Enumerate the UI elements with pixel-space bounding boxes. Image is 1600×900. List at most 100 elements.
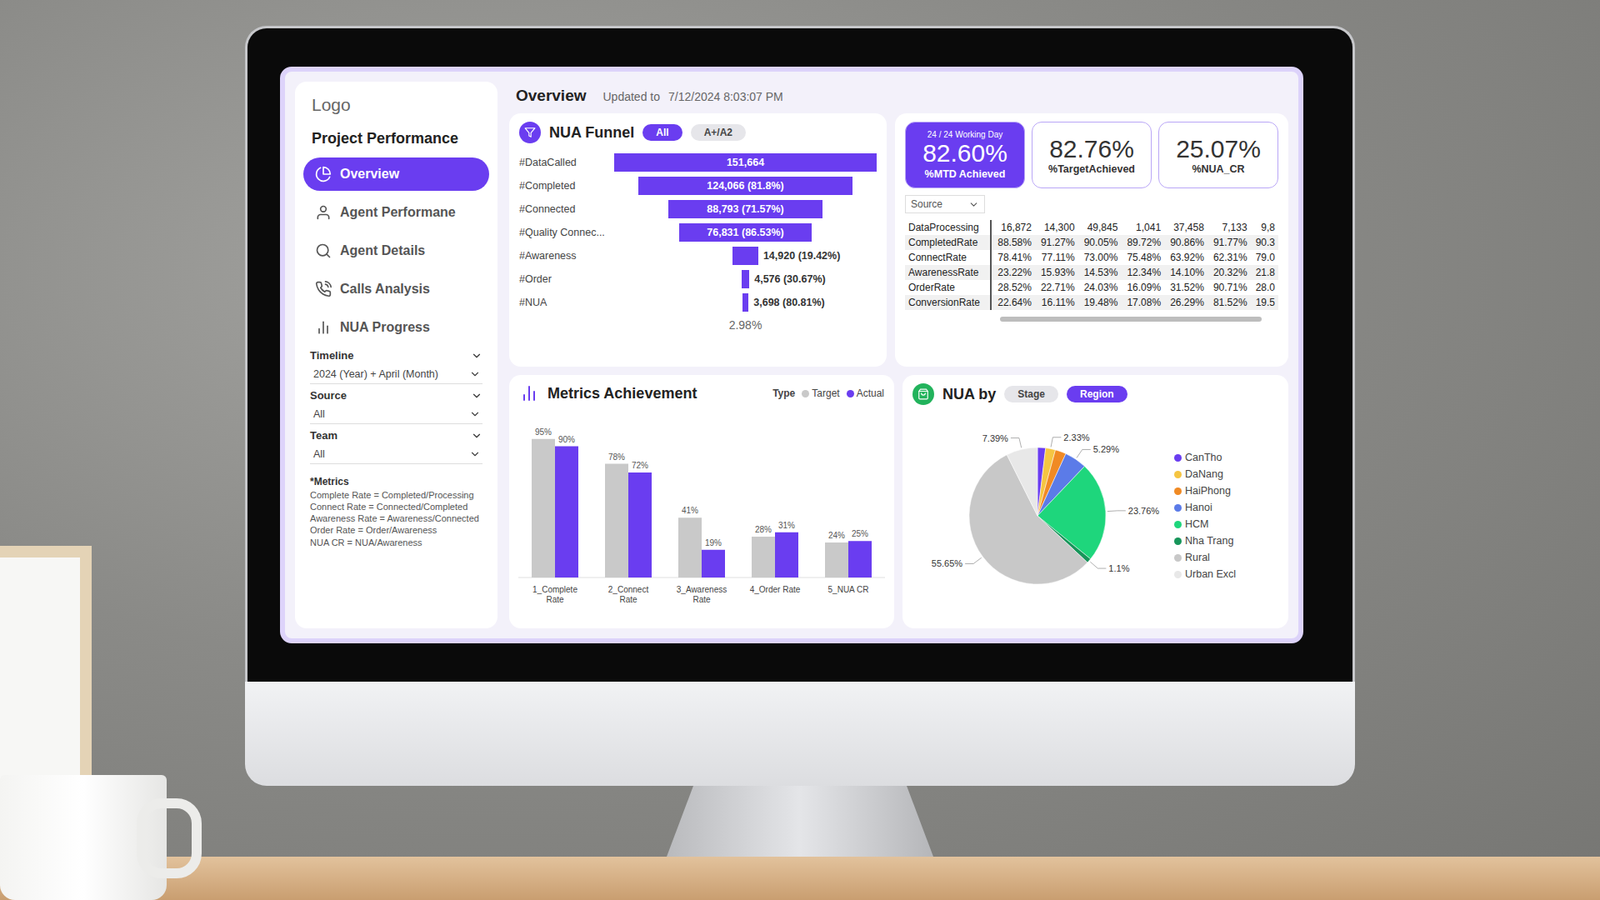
filter-dropdown[interactable]: 2024 (Year) + April (Month)	[310, 365, 483, 385]
nav-list: Overview Agent Performane Agent Details Cal…	[303, 157, 490, 345]
legend-item[interactable]: Nha Trang	[1174, 535, 1236, 547]
nav-item[interactable]: Overview	[303, 157, 490, 191]
target-bar[interactable]	[825, 542, 849, 578]
target-bar[interactable]	[605, 464, 629, 579]
nav-item[interactable]: Agent Performane	[303, 195, 490, 230]
svg-text:19%: 19%	[705, 538, 722, 548]
funnel-card: NUA FunnelAllA+/A2#DataCalled151,664#Com…	[509, 113, 887, 367]
source-dropdown[interactable]: Source	[905, 195, 985, 214]
legend-item[interactable]: CanTho	[1174, 451, 1236, 464]
target-bar[interactable]	[751, 536, 775, 578]
group-toggle[interactable]: Stage	[1004, 385, 1059, 403]
funnel: #DataCalled151,664#Completed124,066 (81.…	[519, 150, 877, 312]
kpi-tile[interactable]: 25.07%%NUA_CR	[1158, 121, 1279, 189]
bar-group: 28% 31%	[751, 520, 799, 578]
target-bar[interactable]	[531, 439, 555, 578]
chart-legend: TypeTargetActual	[772, 387, 885, 400]
filter-label[interactable]: Source	[310, 389, 483, 402]
funnel-bar[interactable]: 151,664	[614, 153, 877, 172]
slice-label: 1.1%	[1090, 561, 1130, 574]
svg-text:28%: 28%	[755, 525, 772, 535]
funnel-bar[interactable]: 88,793 (71.57%)	[668, 200, 822, 219]
svg-text:72%: 72%	[631, 460, 649, 470]
slice-label: 23.76%	[1107, 505, 1160, 516]
svg-text:55.65%: 55.65%	[931, 558, 964, 569]
desk	[0, 856, 1600, 900]
actual-bar[interactable]	[848, 540, 872, 578]
monitor-chin	[245, 681, 1355, 786]
funnel-row: #Order4,576 (30.67%)	[519, 270, 877, 289]
scroll-thumb[interactable]	[1000, 316, 1262, 322]
note-line: NUA CR = NUA/Awareness	[310, 536, 483, 549]
group-toggle[interactable]: Region	[1066, 385, 1128, 403]
filter-dropdown[interactable]: All	[310, 445, 483, 465]
svg-text:31%: 31%	[778, 520, 795, 530]
funnel-bar[interactable]	[732, 246, 759, 265]
table-row: OrderRate28.52%22.71%24.03%16.09%31.52%9…	[905, 280, 1279, 295]
funnel-bar[interactable]	[742, 293, 750, 312]
actual-bar[interactable]	[628, 472, 652, 578]
note-line: Connect Rate = Connected/Completed	[310, 500, 483, 513]
nav-item[interactable]: Agent Details	[303, 234, 490, 268]
legend-item[interactable]: HCM	[1174, 518, 1236, 530]
filter-dropdown[interactable]: All	[310, 405, 483, 425]
nav-item[interactable]: Calls Analysis	[303, 272, 490, 306]
legend-item[interactable]: HaiPhong	[1174, 485, 1236, 497]
actual-bar[interactable]	[555, 446, 579, 579]
monitor-screen: LogoProject PerformanceOverviewAgent Per…	[245, 25, 1355, 682]
nav-icon	[315, 165, 332, 183]
dashboard: LogoProject PerformanceOverviewAgent Per…	[280, 66, 1304, 644]
nua-card: NUA byStageRegion2.33%5.29%23.76%1.1%55.…	[902, 375, 1289, 629]
svg-text:5.29%: 5.29%	[1093, 444, 1120, 455]
legend-item[interactable]: DaNang	[1174, 468, 1236, 480]
actual-bar[interactable]	[701, 550, 725, 578]
funnel-total: 2.98%	[519, 318, 877, 332]
bottom-row: Metrics AchievementTypeTargetActual95%90…	[509, 375, 1289, 629]
filter-label[interactable]: Timeline	[310, 349, 483, 362]
nav-item[interactable]: NUA Progress	[303, 310, 490, 345]
pie-slice[interactable]	[1006, 447, 1038, 516]
funnel-row: #NUA3,698 (80.81%)	[519, 293, 877, 312]
funnel-bar[interactable]: 124,066 (81.8%)	[638, 176, 854, 195]
x-axis-labels: 1_Complete Rate2_Connect Rate3_Awareness…	[518, 581, 885, 605]
svg-text:23.76%: 23.76%	[1128, 505, 1160, 516]
chevron-icon	[469, 448, 481, 460]
table-row: DataProcessing16,87214,30049,8451,04137,…	[905, 220, 1279, 235]
chevron-icon	[470, 350, 483, 362]
page-header: OverviewUpdated to7/12/2024 8:03:07 PM	[509, 81, 1289, 105]
bar-group: 95%90%	[531, 427, 579, 578]
metrics-bar-chart: 95%90%78%72%41%19%28%31%24%25%	[518, 415, 885, 582]
monitor: LogoProject PerformanceOverviewAgent Per…	[245, 25, 1355, 786]
funnel-bar[interactable]	[741, 270, 750, 289]
filter-toggle[interactable]: All	[642, 124, 682, 141]
photo-scene: LogoProject PerformanceOverviewAgent Per…	[0, 0, 1600, 900]
chevron-icon	[968, 199, 980, 210]
kpi-tile[interactable]: 24 / 24 Working Day82.60%%MTD Achieved	[905, 121, 1025, 189]
pie-slice-group: 7.39%	[982, 433, 1038, 516]
pie-legend: CanTho DaNang HaiPhong Hanoi HCM Nha Trang Rur…	[1174, 451, 1236, 580]
svg-text:24%: 24%	[828, 530, 845, 540]
funnel-row: #Connected88,793 (71.57%)	[519, 200, 877, 219]
legend-item[interactable]: Urban Excl	[1174, 568, 1236, 580]
table-row: ConversionRate22.64%16.11%19.48%17.08%26…	[905, 295, 1279, 310]
target-bar[interactable]	[678, 517, 702, 578]
filter: Timeline 2024 (Year) + April (Month)	[303, 349, 490, 385]
slice-label: 5.29%	[1076, 444, 1120, 458]
slice-label: 55.65%	[931, 557, 982, 569]
kpi-card: 24 / 24 Working Day82.60%%MTD Achieved82…	[895, 113, 1289, 367]
funnel-bar[interactable]: 76,831 (86.53%)	[679, 223, 813, 242]
chevron-icon	[470, 390, 483, 402]
filter-label[interactable]: Team	[310, 429, 483, 442]
note-line: Order Rate = Order/Awareness	[310, 524, 483, 536]
legend-item[interactable]: Rural	[1174, 551, 1236, 564]
nav-icon	[315, 280, 332, 298]
table-scrollbar	[905, 316, 1279, 322]
logo: Logo	[303, 91, 490, 119]
metrics-table: DataProcessing16,87214,30049,8451,04137,…	[905, 220, 1279, 310]
legend-item[interactable]: Hanoi	[1174, 501, 1236, 514]
actual-bar[interactable]	[775, 532, 799, 578]
kpi-tile[interactable]: 82.76%%TargetAchieved	[1031, 121, 1152, 189]
filter: Source All	[303, 389, 490, 425]
slice-label: 2.33%	[1050, 432, 1090, 448]
filter-toggle[interactable]: A+/A2	[690, 124, 746, 141]
